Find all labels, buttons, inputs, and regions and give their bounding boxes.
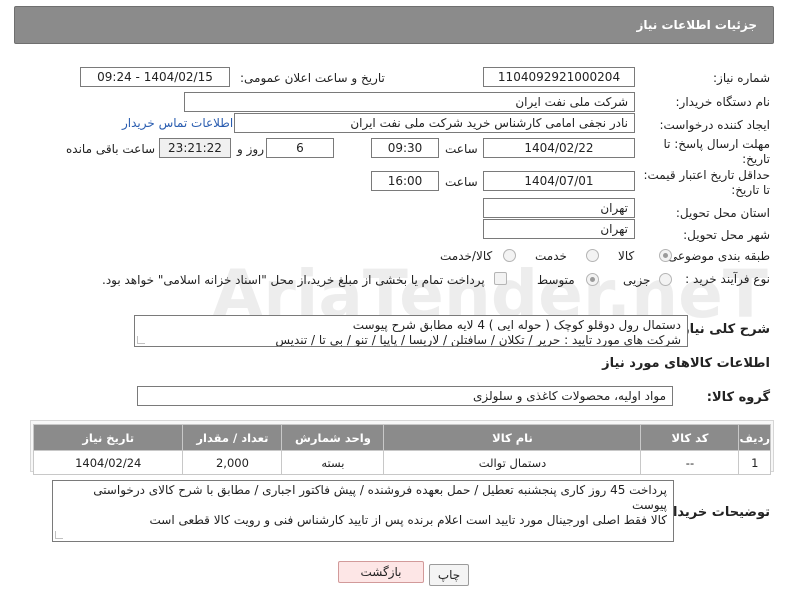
treasury-payment-note: پرداخت تمام یا بخشی از مبلغ خرید،از محل …	[102, 273, 485, 287]
city-field: تهران	[483, 219, 635, 239]
announce-field: 1404/02/15 - 09:24	[80, 67, 230, 87]
cell-unit: بسته	[281, 450, 385, 475]
buyer-org-label: نام دستگاه خریدار:	[675, 95, 771, 109]
buyer-contact-link[interactable]: اطلاعات تماس خریدار	[122, 116, 233, 130]
process-option-medium: متوسط	[537, 273, 575, 287]
cell-qty: 2,000	[182, 450, 283, 475]
buyer-notes-line-1: پرداخت 45 روز کاری پنجشنبه تعطیل / حمل ب…	[93, 483, 667, 512]
summary-line-2: شرکت های مورد تایید : حریر / تکلان / ساف…	[275, 333, 681, 347]
buyer-notes-label: توضیحات خریدار:	[660, 505, 770, 520]
process-label: نوع فرآیند خرید :	[685, 272, 770, 286]
price-valid-label-2: تا تاریخ:	[731, 183, 770, 197]
summary-line-1: دستمال رول دوقلو کوچک ( حوله ایی ) 4 لای…	[352, 318, 681, 332]
category-radio-goods[interactable]	[659, 249, 672, 262]
price-valid-label: حداقل تاریخ اعتبار قیمت:	[643, 168, 770, 182]
goods-table: ردیف کد کالا نام کالا واحد شمارش تعداد /…	[32, 424, 771, 475]
reply-deadline-label: مهلت ارسال پاسخ: تا	[663, 137, 770, 151]
goods-group-label: گروه کالا:	[706, 390, 770, 405]
print-button[interactable]: چاپ	[429, 564, 469, 586]
goods-table-header: ردیف کد کالا نام کالا واحد شمارش تعداد /…	[32, 424, 771, 451]
remaining-time-field: 23:21:22	[159, 138, 231, 158]
col-name: نام کالا	[383, 424, 642, 451]
price-date-field: 1404/07/01	[483, 171, 635, 191]
category-option-goods: کالا	[618, 249, 635, 263]
category-label: طبقه بندی موضوعی:	[663, 249, 770, 263]
goods-group-field: مواد اولیه، محصولات کاغذی و سلولزی	[137, 386, 673, 406]
buyer-notes-textarea[interactable]: پرداخت 45 روز کاری پنجشنبه تعطیل / حمل ب…	[52, 480, 674, 542]
goods-section-title: اطلاعات کالاهای مورد نیاز	[602, 356, 770, 371]
reply-time-label: ساعت	[445, 142, 478, 156]
price-time-field: 16:00	[371, 171, 439, 191]
city-label: شهر محل تحویل:	[683, 228, 770, 242]
days-label: روز و	[237, 142, 264, 156]
back-button[interactable]: بازگشت	[338, 561, 424, 583]
category-option-service: خدمت	[535, 249, 567, 263]
resize-grip-icon[interactable]	[55, 531, 63, 539]
cell-date: 1404/02/24	[32, 450, 184, 475]
cell-code: --	[640, 450, 740, 475]
category-option-goods-service: کالا/خدمت	[440, 249, 493, 263]
reply-date-field: 1404/02/22	[483, 138, 635, 158]
col-qty: تعداد / مقدار	[182, 424, 283, 451]
col-unit: واحد شمارش	[281, 424, 385, 451]
province-field: تهران	[483, 198, 635, 218]
province-label: استان محل تحویل:	[675, 206, 770, 220]
buyer-org-field: شرکت ملی نفت ایران	[184, 92, 635, 112]
process-radio-minor[interactable]	[659, 273, 672, 286]
need-number-label: شماره نیاز:	[713, 71, 770, 85]
buyer-notes-line-2: کالا فقط اصلی اورجینال مورد تایید است اع…	[149, 513, 667, 527]
remaining-time-label: ساعت باقی مانده	[66, 142, 156, 156]
treasury-payment-checkbox[interactable]	[494, 272, 507, 285]
reply-time-field: 09:30	[371, 138, 439, 158]
days-field: 6	[266, 138, 334, 158]
page-title: جزئیات اطلاعات نیاز	[636, 18, 757, 32]
page-header: جزئیات اطلاعات نیاز	[14, 6, 774, 44]
cell-row: 1	[738, 450, 771, 475]
category-radio-service[interactable]	[586, 249, 599, 262]
col-row: ردیف	[738, 424, 771, 451]
process-radio-medium[interactable]	[586, 273, 599, 286]
table-row: 1 -- دستمال توالت بسته 2,000 1404/02/24	[32, 450, 771, 475]
summary-label: شرح کلی نیاز:	[676, 322, 770, 337]
resize-grip-icon[interactable]	[137, 336, 145, 344]
creator-field: نادر نجفی امامی کارشناس خرید شرکت ملی نف…	[234, 113, 635, 133]
col-date: تاریخ نیاز	[32, 424, 184, 451]
creator-label: ایجاد کننده درخواست:	[659, 118, 770, 132]
need-number-field: 1104092921000204	[483, 67, 635, 87]
price-time-label: ساعت	[445, 175, 478, 189]
category-radio-goods-service[interactable]	[503, 249, 516, 262]
summary-textarea[interactable]: دستمال رول دوقلو کوچک ( حوله ایی ) 4 لای…	[134, 315, 688, 347]
announce-label: تاریخ و ساعت اعلان عمومی:	[240, 71, 385, 85]
cell-name: دستمال توالت	[383, 450, 642, 475]
reply-deadline-label-2: تاریخ:	[742, 152, 770, 166]
col-code: کد کالا	[640, 424, 740, 451]
process-option-minor: جزیی	[623, 273, 651, 287]
